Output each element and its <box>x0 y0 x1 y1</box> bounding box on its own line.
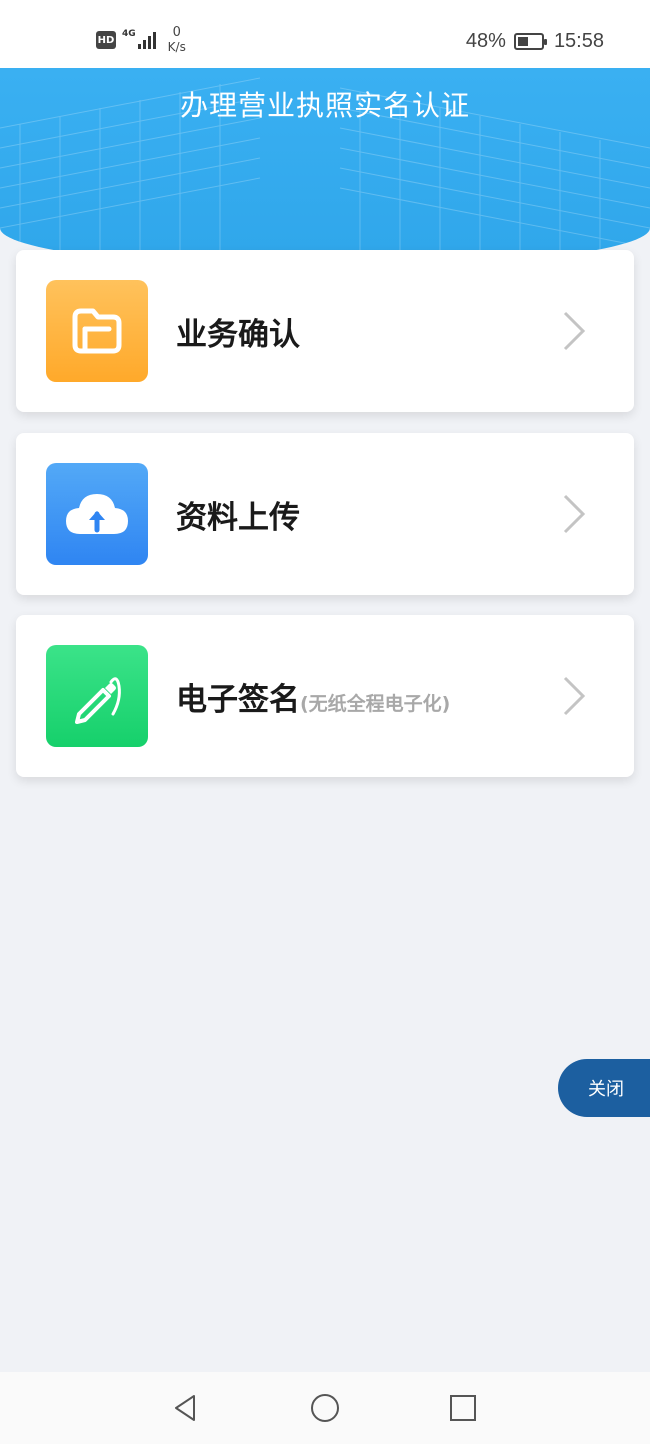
network-speed: 0 K/s <box>167 25 186 55</box>
header-banner: 办理营业执照实名认证 <box>0 68 650 268</box>
chevron-right-icon <box>563 494 586 534</box>
back-icon[interactable] <box>170 1392 202 1424</box>
hd-badge: HD <box>96 31 116 49</box>
card-sublabel: (无纸全程电子化) <box>300 693 451 715</box>
status-left: HD 4G 0 K/s <box>96 26 186 54</box>
recent-apps-icon[interactable] <box>447 1392 479 1424</box>
speed-value: 0 <box>172 25 181 40</box>
signal-icon <box>137 29 156 49</box>
close-button[interactable]: 关闭 <box>558 1059 650 1117</box>
speed-unit: K/s <box>167 40 186 54</box>
card-document-upload[interactable]: 资料上传 <box>16 433 634 595</box>
card-title: 业务确认 <box>176 317 300 353</box>
card-label: 业务确认 <box>176 309 300 354</box>
card-title: 电子签名 <box>176 682 300 718</box>
clock: 15:58 <box>553 30 604 52</box>
chevron-right-icon <box>563 311 586 351</box>
card-business-confirm[interactable]: 业务确认 <box>16 250 634 412</box>
card-label: 资料上传 <box>176 492 300 537</box>
battery-percent: 48% <box>465 30 506 52</box>
chevron-right-icon <box>563 676 586 716</box>
folder-icon <box>46 280 148 382</box>
pen-icon <box>46 645 148 747</box>
cloud-upload-icon <box>46 463 148 565</box>
card-e-signature[interactable]: 电子签名(无纸全程电子化) <box>16 615 634 777</box>
card-label: 电子签名(无纸全程电子化) <box>176 674 450 719</box>
network-type: 4G <box>122 29 136 39</box>
page-title: 办理营业执照实名认证 <box>179 89 470 122</box>
status-right: 48% 15:58 <box>466 30 604 53</box>
status-bar: HD 4G 0 K/s 48% 15:58 <box>0 0 650 68</box>
system-nav-bar <box>0 1372 650 1444</box>
card-title: 资料上传 <box>176 500 300 536</box>
close-button-label: 关闭 <box>588 1079 624 1100</box>
battery-icon <box>513 33 547 50</box>
home-icon[interactable] <box>309 1392 341 1424</box>
